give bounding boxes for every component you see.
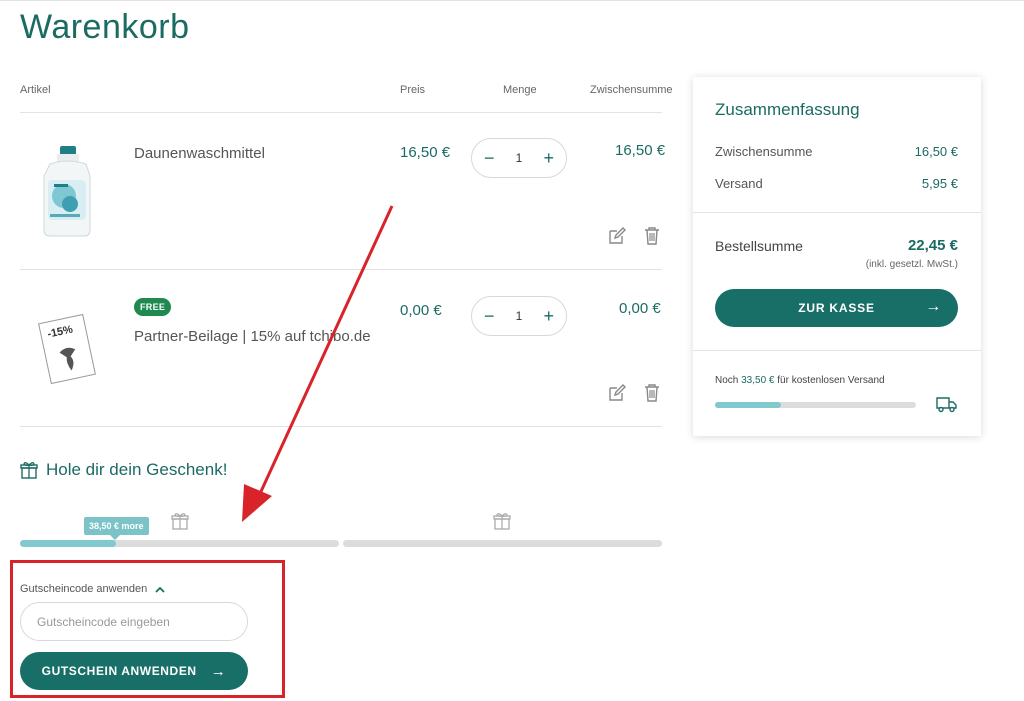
free-badge: FREE — [134, 298, 172, 316]
annotation-arrow — [242, 205, 394, 522]
quantity-value: 1 — [515, 151, 523, 165]
order-summary-panel: Zusammenfassung Zwischensumme 16,50 € Ve… — [693, 77, 981, 436]
gift-progress-track-2 — [343, 540, 662, 547]
free-shipping-progress-fill — [715, 402, 782, 408]
summary-title: Zusammenfassung — [715, 100, 860, 119]
trash-icon — [645, 227, 659, 245]
summary-shipping-row: Versand 5,95 € — [715, 176, 958, 191]
gift-progress-tooltip: 38,50 € more — [84, 517, 149, 540]
top-border — [0, 0, 1024, 1]
summary-tax-note: (inkl. gesetzl. MwSt.) — [865, 259, 958, 270]
increase-quantity-button[interactable]: + — [543, 306, 554, 327]
summary-subtotal-label: Zwischensumme — [715, 144, 813, 159]
gift-icon — [171, 513, 189, 530]
edit-icon — [609, 227, 626, 244]
column-header-price: Preis — [400, 84, 426, 96]
column-header-subtotal: Zwischensumme — [590, 84, 673, 96]
divider — [20, 112, 662, 113]
summary-divider — [693, 212, 981, 213]
coupon-card-text: -15% — [46, 323, 74, 341]
decrease-quantity-button[interactable]: − — [484, 148, 495, 169]
coupon-toggle[interactable]: Gutscheincode anwenden — [20, 583, 165, 595]
gift-icon — [20, 462, 38, 479]
edit-button[interactable] — [606, 225, 628, 247]
free-shipping-progress — [715, 402, 916, 408]
gift-progress-fill — [20, 540, 116, 547]
summary-shipping-value: 5,95 € — [921, 176, 958, 191]
tchibo-logo-icon — [59, 347, 76, 371]
apply-coupon-label: GUTSCHEIN ANWENDEN — [41, 664, 197, 678]
arrow-right-icon: → — [925, 298, 942, 315]
arrow-right-icon: → — [210, 662, 227, 680]
summary-subtotal-row: Zwischensumme 16,50 € — [715, 144, 958, 159]
summary-total-value: 22,45 € — [907, 237, 958, 254]
column-header-qty: Menge — [503, 84, 537, 96]
gift-title: Hole dir dein Geschenk! — [46, 460, 228, 479]
quantity-stepper: − 1 + — [471, 138, 567, 178]
detergent-bottle-image — [43, 146, 91, 237]
delete-button[interactable] — [641, 225, 663, 247]
chevron-up-icon — [155, 586, 165, 593]
line-subtotal: 0,00 € — [619, 300, 661, 317]
gift-heading: Hole dir dein Geschenk! — [20, 460, 227, 480]
increase-quantity-button[interactable]: + — [543, 148, 554, 169]
edit-icon — [609, 384, 626, 401]
page-title: Warenkorb — [20, 8, 190, 46]
summary-shipping-label: Versand — [715, 176, 763, 191]
product-name[interactable]: Daunenwaschmittel — [134, 145, 265, 162]
free-shipping-note: Noch 33,50 € für kostenlosen Versand — [715, 375, 885, 386]
edit-button[interactable] — [606, 382, 628, 404]
checkout-button[interactable]: ZUR KASSE → — [715, 289, 958, 327]
product-price: 16,50 € — [400, 144, 451, 161]
column-header-article: Artikel — [20, 84, 51, 96]
line-subtotal: 16,50 € — [615, 142, 666, 159]
truck-icon — [936, 397, 957, 413]
coupon-card-image: -15% — [38, 313, 96, 385]
gift-icon — [493, 513, 511, 530]
decrease-quantity-button[interactable]: − — [484, 306, 495, 327]
quantity-value: 1 — [515, 309, 523, 323]
delete-button[interactable] — [641, 382, 663, 404]
free-shipping-amount: 33,50 € — [741, 375, 775, 386]
apply-coupon-button[interactable]: GUTSCHEIN ANWENDEN → — [20, 652, 248, 690]
checkout-label: ZUR KASSE — [798, 301, 875, 315]
coupon-label: Gutscheincode anwenden — [20, 583, 148, 595]
summary-divider — [693, 350, 981, 351]
summary-subtotal-value: 16,50 € — [914, 144, 958, 159]
product-price: 0,00 € — [400, 302, 442, 319]
quantity-stepper: − 1 + — [471, 296, 567, 336]
summary-total-label: Bestellsumme — [715, 238, 803, 254]
trash-icon — [645, 384, 659, 402]
free-shipping-prefix: Noch — [715, 375, 742, 386]
free-shipping-suffix: für kostenlosen Versand — [774, 375, 885, 386]
coupon-code-input[interactable] — [20, 602, 248, 641]
